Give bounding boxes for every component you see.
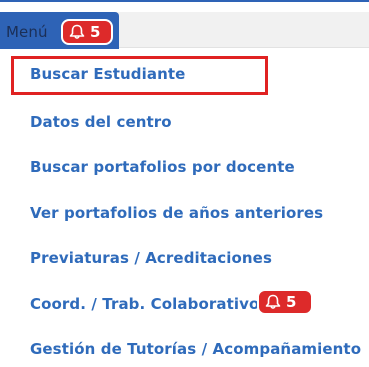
menu-item-buscar-portafolios[interactable]: Buscar portafolios por docente bbox=[30, 158, 295, 176]
bell-icon bbox=[68, 24, 90, 40]
top-border bbox=[0, 0, 369, 10]
coord-notification-count: 5 bbox=[286, 293, 297, 311]
menu-item-datos-del-centro[interactable]: Datos del centro bbox=[30, 113, 172, 131]
menu-item-coord-trab-colaborativo[interactable]: Coord. / Trab. Colaborativo bbox=[30, 295, 259, 313]
menu-label: Menú bbox=[6, 23, 48, 41]
bell-icon bbox=[264, 294, 286, 310]
menu-item-previaturas[interactable]: Previaturas / Acreditaciones bbox=[30, 249, 272, 267]
menu-notification-count: 5 bbox=[90, 23, 101, 41]
menu-item-ver-portafolios-anteriores[interactable]: Ver portafolios de años anteriores bbox=[30, 204, 323, 222]
coord-notification-badge: 5 bbox=[257, 289, 313, 315]
highlight-box bbox=[11, 56, 268, 95]
menu-notification-badge: 5 bbox=[61, 19, 113, 45]
menu-item-gestion-tutorias[interactable]: Gestión de Tutorías / Acompañamiento bbox=[30, 340, 361, 358]
